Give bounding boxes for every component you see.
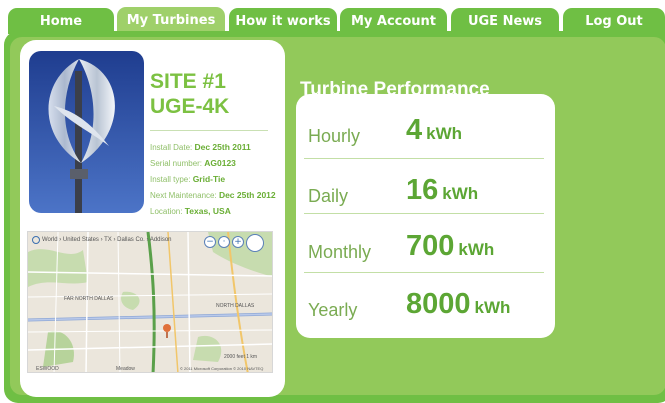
location: Location: Texas, USA [150, 206, 231, 216]
site-card: SITE #1 UGE-4K Install Date: Dec 25th 20… [20, 40, 285, 397]
map-attribution: © 2011 Microsoft Corporation © 2010 NAVT… [180, 366, 264, 371]
map-breadcrumb-text: World › United States › TX › Dallas Co. … [42, 237, 172, 243]
performance-label: Monthly [308, 242, 372, 262]
performance-row-daily: Daily 16 kWh [304, 160, 544, 219]
tab-my-turbines[interactable]: My Turbines [117, 7, 225, 34]
performance-row-yearly: Yearly 8000 kWh [304, 274, 544, 333]
map-label: ESWOOD [36, 366, 59, 372]
performance-value: 8000 kWh [406, 288, 510, 321]
tab-label: How it works [235, 13, 331, 29]
map-pan-control-icon[interactable] [246, 234, 264, 252]
performance-number: 4 [406, 114, 423, 146]
performance-number: 8000 [406, 288, 471, 320]
performance-unit: kWh [442, 184, 479, 203]
performance-title: Turbine Performance [300, 79, 490, 95]
site-map[interactable]: World › United States › TX › Dallas Co. … [27, 231, 273, 373]
performance-value: 16 kWh [406, 174, 478, 207]
install-date: Install Date: Dec 25th 2011 [150, 142, 251, 152]
site-model: UGE-4K [150, 95, 230, 118]
performance-label: Hourly [308, 126, 361, 146]
map-breadcrumb[interactable]: World › United States › TX › Dallas Co. … [32, 236, 172, 244]
globe-icon [32, 236, 40, 244]
site-divider [150, 130, 268, 131]
performance-unit: kWh [474, 298, 511, 317]
performance-unit: kWh [426, 124, 463, 143]
site-number: SITE #1 [150, 70, 226, 93]
turbine-photo [29, 51, 144, 213]
next-maintenance-label: Next Maintenance: [150, 191, 219, 200]
location-label: Location: [150, 207, 185, 216]
tab-label: My Account [350, 13, 437, 29]
map-label: NORTH DALLAS [216, 303, 255, 309]
serial-number: Serial number: AG0123 [150, 158, 236, 168]
performance-label: Daily [308, 186, 349, 206]
install-date-value: Dec 25th 2011 [194, 142, 251, 152]
performance-divider [304, 272, 544, 273]
performance-value: 700 kWh [406, 230, 494, 263]
install-date-label: Install Date: [150, 143, 195, 152]
map-label: FAR NORTH DALLAS [64, 296, 114, 302]
performance-row-hourly: Hourly 4 kWh [304, 100, 544, 159]
zoom-out-icon[interactable]: − [204, 236, 216, 248]
map-label: Meadow [116, 366, 135, 372]
tab-label: Home [39, 13, 83, 29]
serial-number-value: AG0123 [204, 158, 236, 168]
performance-label: Yearly [308, 300, 358, 320]
location-value: Texas, USA [184, 206, 231, 216]
install-type-label: Install type: [150, 175, 193, 184]
serial-number-label: Serial number: [150, 159, 205, 168]
install-type-value: Grid-Tie [192, 174, 226, 184]
performance-number: 700 [406, 230, 455, 262]
zoom-center-icon[interactable]: · [218, 236, 230, 248]
tab-label: UGE News [467, 13, 543, 29]
next-maintenance: Next Maintenance: Dec 25th 2012 [150, 190, 276, 200]
site-title: SITE #1 UGE-4K [150, 69, 229, 119]
performance-row-monthly: Monthly 700 kWh [304, 216, 544, 275]
performance-card: Hourly 4 kWh Daily 16 kWh Monthly 700 kWh Y… [296, 94, 555, 338]
tab-label: My Turbines [126, 13, 216, 28]
next-maintenance-value: Dec 25th 2012 [218, 190, 276, 200]
install-type: Install type: Grid-Tie [150, 174, 225, 184]
tab-label: Log Out [585, 13, 643, 29]
performance-number: 16 [406, 174, 439, 206]
performance-divider [304, 213, 544, 214]
main-navigation: Home My Turbines How it works My Account… [0, 0, 665, 34]
map-scale: 2000 feet 1 km [224, 354, 258, 360]
zoom-in-icon[interactable]: + [232, 236, 244, 248]
performance-value: 4 kWh [406, 114, 462, 147]
performance-divider [304, 158, 544, 159]
performance-unit: kWh [458, 240, 495, 259]
